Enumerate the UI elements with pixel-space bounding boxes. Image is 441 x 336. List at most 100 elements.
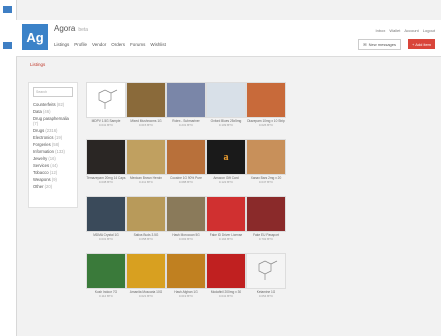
listing-thumbnail[interactable]: [86, 253, 126, 289]
molecule-icon: [98, 89, 118, 109]
category-count: (9): [51, 177, 57, 182]
listing-price: 0.047 BTC: [258, 180, 274, 184]
category-count: (7): [33, 121, 39, 126]
listing-item[interactable]: Diazepam 10mg x 10 Strip 0.026 BTC: [246, 82, 286, 128]
category-item[interactable]: Tobacco (12): [29, 169, 77, 176]
category-count: (19): [54, 135, 63, 140]
category-count: (44): [50, 163, 58, 168]
category-item[interactable]: Jewelry (16): [29, 155, 77, 162]
category-name: Forgeries: [33, 142, 51, 147]
category-name: Jewelry: [33, 156, 48, 161]
listing-item[interactable]: Fake EU Passport 0.702 BTC: [246, 196, 286, 242]
category-item[interactable]: Drugs (2316): [29, 127, 77, 134]
listing-item[interactable]: Cocaine 1G 90% Pure 0.088 BTC: [166, 139, 206, 185]
listing-price: 0.093 BTC: [178, 237, 194, 241]
listing-thumbnail[interactable]: [206, 253, 246, 289]
listing-thumbnail[interactable]: [246, 196, 286, 232]
listing-thumbnail[interactable]: [166, 196, 206, 232]
listing-item[interactable]: Mexican Brown Heroin 0.211 BTC: [126, 139, 166, 185]
listing-thumbnail[interactable]: [86, 139, 126, 175]
listing-thumbnail[interactable]: [246, 253, 286, 289]
listing-price: 0.122 BTC: [218, 180, 234, 184]
listing-item[interactable]: Sativa Buds 3.5G 0.058 BTC: [126, 196, 166, 242]
category-count: (12): [49, 170, 58, 175]
listing-thumbnail[interactable]: a: [206, 139, 246, 175]
category-name: Drug paraphernalia: [33, 116, 69, 121]
category-item[interactable]: Services (44): [29, 162, 77, 169]
listing-item[interactable]: Rolex - Submariner 0.231 BTC: [166, 82, 206, 128]
listing-item[interactable]: Ketamine 1G 0.054 BTC: [246, 253, 286, 299]
listing-thumbnail[interactable]: [86, 82, 126, 118]
header-bar: Ag Agora beta Listings Profile Vendor Ord…: [16, 20, 441, 57]
listing-item[interactable]: Hash Moroccan 5G 0.093 BTC: [166, 196, 206, 242]
molecule-icon: [258, 260, 278, 280]
listing-thumbnail[interactable]: [126, 253, 166, 289]
listing-price: 0.019 BTC: [178, 294, 194, 298]
listing-item[interactable]: MDMA Crystal 1G 0.031 BTC: [86, 196, 126, 242]
listing-item[interactable]: Xanax Bars 2mg x 20 0.047 BTC: [246, 139, 286, 185]
listing-price: 0.112 BTC: [98, 294, 114, 298]
listing-thumbnail[interactable]: [246, 82, 286, 118]
listing-thumbnail[interactable]: [126, 196, 166, 232]
listing-price: 0.231 BTC: [178, 123, 194, 127]
listing-item[interactable]: Fake ID Driver License 0.194 BTC: [206, 196, 246, 242]
nav-wishlist[interactable]: Wishlist: [150, 42, 166, 47]
listing-item[interactable]: Temazepam 20mg 14 Caps 0.038 BTC: [86, 139, 126, 185]
nav-vendor[interactable]: Vendor: [92, 42, 106, 47]
breadcrumb[interactable]: Listings: [30, 62, 45, 67]
category-item[interactable]: Other (20): [29, 183, 77, 190]
category-name: Weapons: [33, 177, 51, 182]
category-count: (82): [56, 102, 65, 107]
category-item[interactable]: Weapons (9): [29, 176, 77, 183]
listing-thumbnail[interactable]: [166, 82, 206, 118]
listing-thumbnail[interactable]: [206, 82, 246, 118]
listing-item[interactable]: a Amazon Gift Card 0.122 BTC: [206, 139, 246, 185]
top-link-account[interactable]: Account: [404, 28, 418, 33]
category-count: (20): [44, 184, 53, 189]
listing-thumbnail[interactable]: [166, 139, 206, 175]
nav-forums[interactable]: Forums: [130, 42, 145, 47]
nav-orders[interactable]: Orders: [111, 42, 125, 47]
messages-button[interactable]: ✉ New messages: [358, 39, 401, 50]
category-item[interactable]: Information (133): [29, 148, 77, 155]
listing-item[interactable]: Oxford Blues 25x5mg 0.109 BTC: [206, 82, 246, 128]
listing-thumbnail[interactable]: [166, 253, 206, 289]
top-link-wallet[interactable]: Wallet: [389, 28, 400, 33]
category-item[interactable]: Electronics (19): [29, 134, 77, 141]
nav-listings[interactable]: Listings: [54, 42, 69, 47]
search-input[interactable]: Search: [33, 87, 73, 97]
main-nav: Listings Profile Vendor Orders Forums Wi…: [54, 42, 166, 47]
category-item[interactable]: Drug paraphernalia (7): [29, 115, 77, 127]
category-item[interactable]: Data (46): [29, 108, 77, 115]
listing-thumbnail[interactable]: [206, 196, 246, 232]
category-name: Other: [33, 184, 44, 189]
category-count: (46): [43, 109, 51, 114]
category-item[interactable]: Counterfeits (82): [29, 101, 77, 108]
top-links: Inbox Wallet Account Logout: [376, 28, 435, 33]
listing-item[interactable]: Hash Afghan 1G 0.019 BTC: [166, 253, 206, 299]
add-item-button[interactable]: + Add item: [407, 39, 435, 49]
listing-item[interactable]: Modafinil 200mg x 30 0.041 BTC: [206, 253, 246, 299]
listing-price: 0.038 BTC: [98, 180, 114, 184]
listing-thumbnail[interactable]: [246, 139, 286, 175]
category-name: Drugs: [33, 128, 45, 133]
listing-item[interactable]: Mixed Mushrooms 1G 0.015 BTC: [126, 82, 166, 128]
category-count: (16): [48, 156, 56, 161]
listing-item[interactable]: MDPV 1.5G Sample 0.041 BTC: [86, 82, 126, 128]
category-item[interactable]: Forgeries (58): [29, 141, 77, 148]
top-link-logout[interactable]: Logout: [423, 28, 435, 33]
left-window-strip: [0, 0, 17, 336]
listing-item[interactable]: Kush Indoor 7G 0.112 BTC: [86, 253, 126, 299]
listing-thumbnail[interactable]: [126, 139, 166, 175]
site-logo[interactable]: Ag: [22, 24, 48, 50]
listing-item[interactable]: Amanita Muscaria 10G 0.021 BTC: [126, 253, 166, 299]
nav-profile[interactable]: Profile: [74, 42, 87, 47]
top-link-inbox[interactable]: Inbox: [376, 28, 386, 33]
listing-price: 0.194 BTC: [218, 237, 234, 241]
listing-thumbnail[interactable]: [126, 82, 166, 118]
category-name: Services: [33, 163, 50, 168]
amazon-logo-icon: a: [223, 151, 229, 163]
listing-thumbnail[interactable]: [86, 196, 126, 232]
listing-price: 0.109 BTC: [218, 123, 234, 127]
listing-price: 0.041 BTC: [98, 123, 114, 127]
